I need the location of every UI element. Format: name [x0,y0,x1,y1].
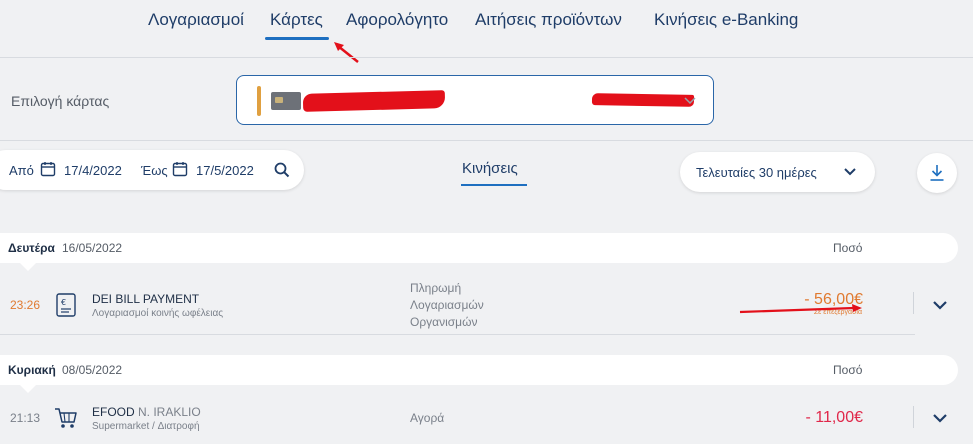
chevron-down-icon [684,97,696,105]
divider [0,140,973,141]
day-name: Κυριακή [8,363,56,377]
search-icon[interactable] [274,162,290,178]
transaction-type-line: Αγορά [410,411,445,425]
chevron-down-icon[interactable] [932,413,948,423]
day-header: Δευτέρα 16/05/2022 Ποσό [0,233,958,271]
redaction-mark [302,90,446,112]
bill-icon: € [56,293,76,317]
nav-tab-accounts[interactable]: Λογαριασμοί [148,10,244,30]
transaction-row[interactable]: 21:13 EFOOD N. IRAKLIO Supermarket / Δια… [0,400,973,444]
divider [0,57,973,58]
chevron-down-icon[interactable] [932,300,948,310]
transaction-type-line: Πληρωμή [410,281,462,295]
header-notch [20,385,36,393]
merchant-name: EFOOD [92,405,135,419]
day-date: 08/05/2022 [62,363,123,377]
redaction-mark [591,93,695,107]
merchant-location: N. IRAKLIO [138,405,201,419]
divider [913,292,914,314]
annotation-arrow-icon [334,42,359,63]
transaction-time: 21:13 [10,411,41,425]
day-date: 16/05/2022 [62,241,123,255]
from-label: Από [9,163,34,178]
transaction-type: Πληρωμή Λογαριασμών Οργανισμών [410,280,484,331]
amount-column-header: Ποσό [833,241,863,255]
nav-tab-ebanking-transactions[interactable]: Κινήσεις e-Banking [654,10,798,30]
to-date-input[interactable]: 17/5/2022 [196,163,254,178]
calendar-icon[interactable] [40,161,56,177]
active-tab-underline [265,37,329,40]
transaction-status: Σε επεξεργασία [813,309,862,316]
day-name: Δευτέρα [8,241,55,255]
download-icon [930,165,944,181]
transaction-time: 23:26 [10,298,41,312]
tab-transactions[interactable]: Κινήσεις [462,160,518,177]
amount-column-header: Ποσό [833,363,863,377]
transaction-row[interactable]: 23:26 € DEI BILL PAYMENT Λογαριασμοί κοι… [0,280,973,334]
chevron-down-icon [844,168,856,176]
date-range-filter: Από 17/4/2022 Έως 17/5/2022 [0,150,304,190]
credit-card-icon [271,92,301,110]
transaction-merchant: DEI BILL PAYMENT [92,292,200,306]
nav-tab-product-applications[interactable]: Αιτήσεις προϊόντων [475,10,622,30]
nav-tab-cards[interactable]: Κάρτες [270,10,323,30]
card-select-label: Επιλογή κάρτας [11,93,110,109]
transaction-amount: - 11,00€ [805,409,863,426]
period-select[interactable]: Τελευταίες 30 ημέρες [680,152,875,192]
nav-tab-tax-free[interactable]: Αφορολόγητο [346,10,448,30]
from-date-input[interactable]: 17/4/2022 [64,163,122,178]
divider [0,334,915,335]
day-header: Κυριακή 08/05/2022 Ποσό [0,355,958,393]
transaction-category: Supermarket / Διατροφή [92,421,200,432]
svg-text:€: € [61,298,66,307]
divider [913,406,914,428]
transaction-amount: - 56,00€ [804,291,863,308]
transaction-type: Αγορά [410,410,444,427]
card-color-stripe [257,86,261,116]
transaction-type-line: Οργανισμών [410,315,478,329]
period-select-value: Τελευταίες 30 ημέρες [696,165,817,180]
tab-underline [461,184,527,186]
transaction-merchant: EFOOD N. IRAKLIO [92,405,201,419]
transaction-type-line: Λογαριασμών [410,298,484,312]
calendar-icon[interactable] [172,161,188,177]
card-select-dropdown[interactable] [236,75,714,125]
transaction-category: Λογαριασμοί κοινής ωφέλειας [92,308,224,319]
download-button[interactable] [917,153,957,193]
header-notch [20,263,36,271]
to-label: Έως [141,163,168,178]
shopping-cart-icon [55,408,77,428]
